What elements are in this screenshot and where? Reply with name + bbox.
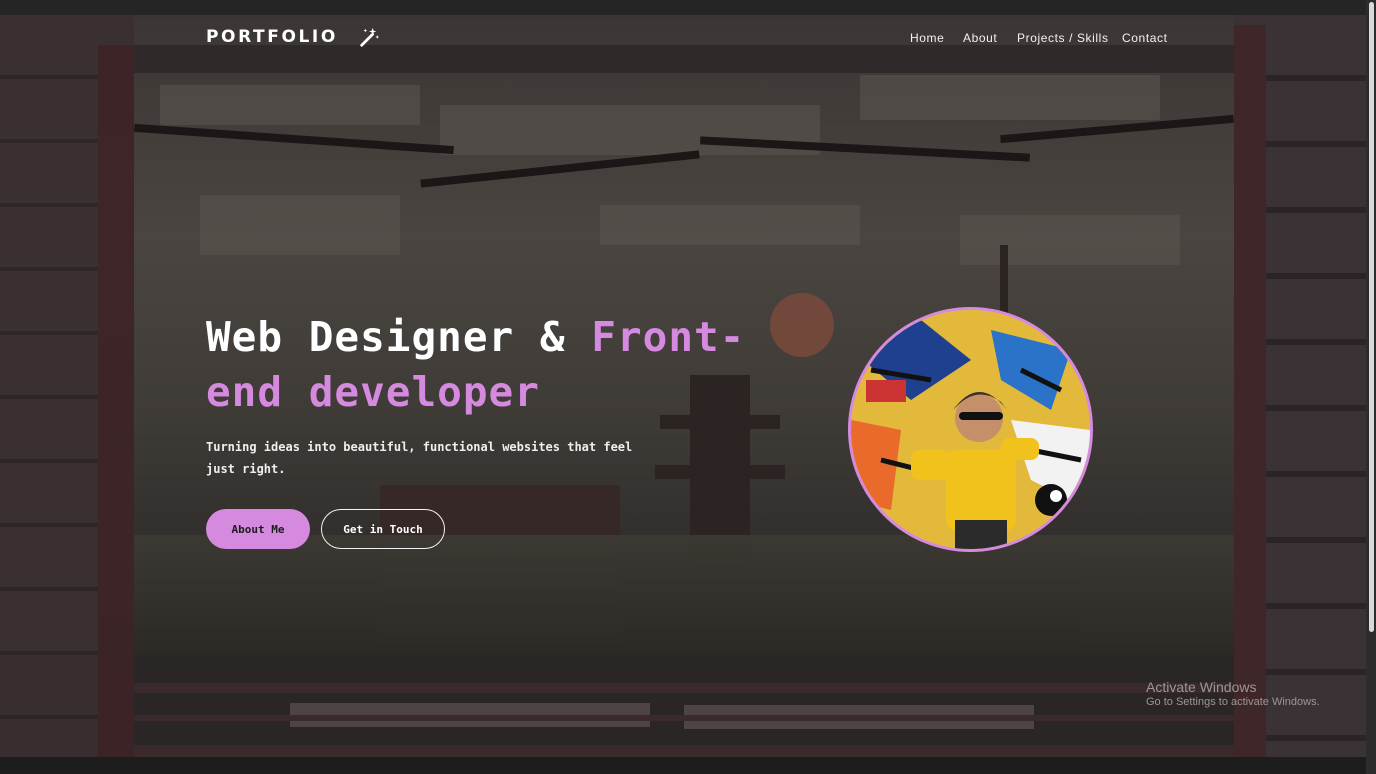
browser-top-strip bbox=[0, 0, 1376, 15]
hero-headline: Web Designer & Front-end developer bbox=[206, 310, 746, 420]
nav-about[interactable]: About bbox=[963, 31, 997, 45]
gate-lintel bbox=[134, 45, 1234, 73]
headline-main: Web Designer & bbox=[206, 313, 592, 361]
nav-projects-skills[interactable]: Projects / Skills bbox=[1017, 31, 1109, 45]
nav-contact[interactable]: Contact bbox=[1122, 31, 1168, 45]
nav-home[interactable]: Home bbox=[910, 31, 944, 45]
hero-subtitle: Turning ideas into beautiful, functional… bbox=[206, 440, 633, 476]
right-gate-frame bbox=[1234, 15, 1366, 757]
sun bbox=[770, 293, 834, 357]
profile-photo-illustration bbox=[851, 310, 1090, 549]
logo-text: PORTFOLIO bbox=[206, 27, 338, 47]
about-me-button[interactable]: About Me bbox=[206, 509, 310, 549]
bottom-strip bbox=[0, 757, 1376, 774]
get-in-touch-button[interactable]: Get in Touch bbox=[321, 509, 445, 549]
left-gate-frame bbox=[0, 15, 134, 757]
activate-title: Activate Windows bbox=[1146, 679, 1257, 695]
activate-subtitle: Go to Settings to activate Windows. bbox=[1146, 696, 1320, 708]
scrollbar-thumb[interactable] bbox=[1369, 2, 1374, 632]
logo[interactable]: PORTFOLIO bbox=[206, 26, 380, 48]
windows-activation-watermark: Activate Windows Go to Settings to activ… bbox=[1146, 679, 1320, 708]
magic-wand-icon bbox=[360, 27, 380, 47]
tree-line bbox=[134, 535, 1234, 655]
profile-photo bbox=[848, 307, 1093, 552]
